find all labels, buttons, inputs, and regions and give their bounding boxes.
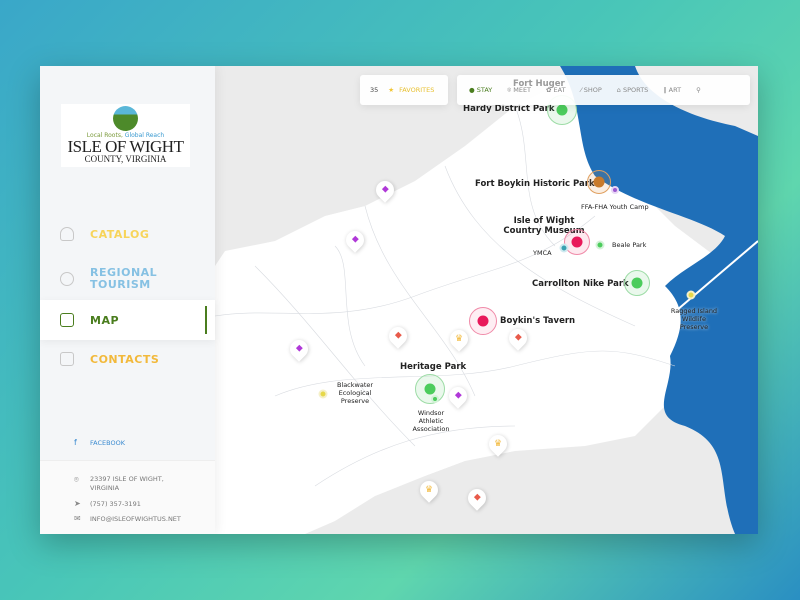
calendar-icon bbox=[60, 352, 74, 366]
diamond-icon: ◆ bbox=[351, 235, 359, 246]
logo-emblem bbox=[113, 106, 138, 131]
marker-beale[interactable] bbox=[595, 240, 605, 250]
sidebar: Local Roots, Global Reach ISLE OF WIGHT … bbox=[40, 66, 215, 534]
nav-regional-tourism[interactable]: REGIONAL TOURISM bbox=[40, 264, 215, 294]
tab-sports[interactable]: ⌂ SPORTS bbox=[617, 86, 649, 94]
marker-ffa[interactable] bbox=[611, 186, 619, 194]
favorites-panel[interactable]: 35 ★ FAVORITES bbox=[360, 75, 448, 105]
diamond-icon: ◆ bbox=[514, 333, 522, 344]
search-icon[interactable]: ⚲ bbox=[696, 86, 701, 94]
nav-catalog[interactable]: CATALOG bbox=[40, 224, 215, 244]
diamond-icon: ◆ bbox=[394, 331, 402, 342]
nav-contacts[interactable]: CONTACTS bbox=[40, 349, 215, 369]
facebook-icon: f bbox=[74, 438, 77, 447]
logo[interactable]: Local Roots, Global Reach ISLE OF WIGHT … bbox=[61, 104, 190, 167]
diamond-icon: ◆ bbox=[381, 185, 389, 196]
contact-footer: ⌾ 23397 ISLE OF WIGHT, VIRGINIA ➤ (757) … bbox=[40, 460, 215, 534]
cupcake-icon: ♛ bbox=[454, 334, 464, 345]
facebook-link[interactable]: FACEBOOK bbox=[90, 439, 125, 448]
map-canvas[interactable]: 35 ★ FAVORITES ● STAY ⌾ MEET ✿ EAT ⁄ SHO… bbox=[215, 66, 758, 534]
label-fort-huger[interactable]: Fort Huger bbox=[513, 79, 565, 89]
app-window: Local Roots, Global Reach ISLE OF WIGHT … bbox=[40, 66, 758, 534]
mail-icon: ✉ bbox=[74, 514, 81, 523]
tab-shop[interactable]: ⁄ SHOP bbox=[581, 86, 602, 94]
diamond-icon: ◆ bbox=[473, 493, 481, 504]
cupcake-icon: ♛ bbox=[493, 439, 503, 450]
map-icon bbox=[60, 313, 74, 327]
diamond-icon: ◆ bbox=[454, 391, 462, 402]
user-icon bbox=[60, 227, 74, 241]
tab-stay[interactable]: ● STAY bbox=[469, 86, 492, 94]
marker-ymca[interactable] bbox=[559, 243, 569, 253]
marker-ragged[interactable] bbox=[686, 290, 696, 300]
tab-art[interactable]: ‖ ART bbox=[663, 86, 681, 94]
map-shapes bbox=[215, 66, 758, 534]
clock-icon bbox=[60, 272, 74, 286]
location-icon: ⌾ bbox=[74, 475, 79, 484]
nav-map[interactable]: MAP bbox=[40, 300, 215, 340]
marker-windsor[interactable] bbox=[431, 395, 439, 403]
marker-blackwater[interactable] bbox=[318, 389, 328, 399]
diamond-icon: ◆ bbox=[295, 344, 303, 355]
star-icon: ★ bbox=[388, 86, 395, 94]
active-indicator bbox=[205, 306, 207, 334]
category-tabs: ● STAY ⌾ MEET ✿ EAT ⁄ SHOP ⌂ SPORTS ‖ AR… bbox=[457, 75, 750, 105]
cupcake-icon: ♛ bbox=[424, 485, 434, 496]
phone-icon: ➤ bbox=[74, 499, 81, 508]
